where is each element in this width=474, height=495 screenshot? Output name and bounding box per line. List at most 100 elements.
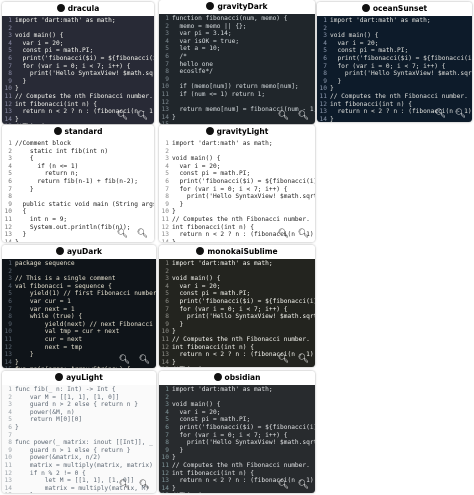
zoom-in-icon[interactable]: 🔍︎ [119, 480, 130, 490]
zoom-in-icon[interactable]: 🔍︎ [278, 354, 289, 364]
code-line: 14} [159, 485, 315, 493]
code-text: { [15, 155, 34, 163]
line-number: 4 [8, 39, 12, 47]
code-line: 4 var i = 20; [159, 409, 315, 417]
code-line: 8 print('Hello SyntaxView! $math.sqrt(i)… [2, 70, 154, 78]
code-text: void main() { [172, 275, 221, 283]
line-number: 14 [161, 484, 169, 492]
line-number: 1 [8, 386, 12, 393]
palette-icon [213, 373, 222, 381]
code-line: 14} [159, 239, 315, 242]
code-text: // Computes the nth Fibonacci number. [330, 92, 468, 100]
code-line: 3 var pi = 3.14; [159, 30, 315, 38]
line-number: 5 [323, 47, 327, 55]
line-number: 8 [8, 313, 12, 321]
line-number: 11 [319, 92, 327, 100]
code-text: print('fibonacci($i) = ${fibonacci(i)}')… [179, 297, 315, 305]
zoom-out-icon[interactable]: 🔍︎ [455, 109, 466, 119]
zoom-out-icon[interactable]: 🔍︎ [137, 111, 148, 121]
code-text: return n < 2 ? n : (fibonacci(n - 1) + f… [337, 108, 472, 116]
line-number: 13 [319, 108, 327, 116]
code-line: 15/*This is [159, 492, 315, 493]
code-editor[interactable]: 1 func fib(_ n: Int) -> Int {2 var M = [[… [2, 385, 156, 493]
line-number: 1 [165, 15, 169, 22]
line-number: 7 [8, 305, 12, 313]
code-text: } [15, 185, 34, 193]
zoom-out-icon[interactable]: 🔍︎ [139, 480, 150, 490]
code-editor[interactable]: 1 package sequence 2 3// This is a single c… [2, 259, 156, 368]
line-number: 12 [319, 100, 327, 108]
zoom-in-icon[interactable]: 🔍︎ [278, 229, 289, 239]
code-line: 1 import 'dart:math' as math; [2, 17, 154, 25]
code-editor[interactable]: 1//Comment block 2 static int fib(int n) 3… [2, 139, 154, 242]
line-number: 12 [161, 343, 169, 351]
code-line: 2 memo = memo || {}; [159, 23, 315, 31]
line-number: 7 [165, 185, 169, 193]
code-text: if (n <= 1) [15, 162, 79, 170]
code-line: 2 [159, 268, 315, 276]
code-editor[interactable]: 1 import 'dart:math' as math; 2 3 void main(… [159, 259, 315, 367]
code-line: 8 [2, 193, 154, 201]
code-text: } [15, 358, 19, 366]
code-editor[interactable]: 1 function fibonacci(num, memo) {2 memo =… [159, 14, 315, 124]
zoom-out-icon[interactable]: 🔍︎ [139, 355, 150, 365]
code-line: 1 import 'dart:math' as math; [159, 386, 315, 394]
palette-icon [206, 2, 215, 10]
line-number: 13 [161, 231, 169, 239]
line-number: 14 [2, 239, 12, 242]
code-text: /*This is [15, 123, 49, 124]
zoom-in-icon[interactable]: 🔍︎ [278, 111, 289, 121]
code-text: int n = 9; [15, 215, 68, 223]
code-editor[interactable]: 1 import 'dart:math' as math; 2 3 void main(… [317, 16, 472, 122]
code-line: 9 } [159, 447, 315, 455]
code-line: 5 return n; [2, 170, 154, 178]
code-text: print('fibonacci($i) = ${fibonacci(i)}')… [337, 54, 472, 62]
line-number: 12 [161, 98, 169, 106]
code-line: 5 yield(1) // first Fibonacci number [2, 290, 156, 298]
code-line: 13 return memo[num] = fibonacci(num - 1,… [159, 106, 315, 114]
code-line: 13 let M = [[1, 1], [1, 0]] [2, 477, 156, 485]
code-text: return fib(n-1) + fib(n-2); [15, 177, 138, 185]
zoom-in-icon[interactable]: 🔍︎ [117, 229, 128, 239]
code-editor[interactable]: 1 import 'dart:math' as math; 2 3 void main(… [2, 16, 154, 124]
line-number: 3 [8, 32, 12, 40]
code-line: 1 import 'dart:math' as math; [159, 140, 315, 148]
code-line: 15/*This is [159, 366, 315, 367]
code-editor[interactable]: 1 import 'dart:math' as math; 2 3 void main(… [159, 385, 315, 493]
code-text: print('Hello SyntaxView! $math.sqrt(i)) [186, 313, 315, 321]
zoom-out-icon[interactable]: 🔍︎ [298, 354, 309, 364]
line-number: 7 [8, 431, 12, 439]
code-editor[interactable]: 1 import 'dart:math' as math; 2 3 void main(… [159, 139, 315, 242]
code-line: 14} [159, 114, 315, 122]
line-number: 10 [161, 328, 169, 336]
code-text: if (memo[num]) return memo[num]; [172, 83, 299, 91]
zoom-out-icon[interactable]: 🔍︎ [298, 229, 309, 239]
line-number: 4 [8, 162, 12, 170]
line-number: 5 [165, 416, 169, 424]
code-text: //Comment block [15, 140, 71, 147]
code-text: /*This is [172, 366, 206, 367]
code-line: 2 [159, 394, 315, 402]
zoom-in-icon[interactable]: 🔍︎ [117, 111, 128, 121]
line-number: 5 [165, 45, 169, 53]
zoom-out-icon[interactable]: 🔍︎ [298, 111, 309, 121]
code-line: 9 } [2, 78, 154, 86]
zoom-in-icon[interactable]: 🔍︎ [435, 109, 446, 119]
line-number: 8 [8, 439, 12, 447]
code-line: 6 print('fibonacci($i) = ${fibonacci(i)}… [317, 55, 472, 63]
line-number: 13 [4, 477, 12, 485]
zoom-in-icon[interactable]: 🔍︎ [119, 355, 130, 365]
line-number: 6 [8, 177, 12, 185]
line-number: 12 [4, 469, 12, 477]
code-text: hello one [172, 60, 213, 68]
zoom-out-icon[interactable]: 🔍︎ [298, 480, 309, 490]
code-text: print('Hello SyntaxView! $math.sqrt(i)) [29, 70, 154, 78]
card-header: obsidian [159, 371, 315, 385]
code-text: } [15, 423, 19, 431]
line-number: 4 [165, 37, 169, 45]
zoom-in-icon[interactable]: 🔍︎ [278, 480, 289, 490]
code-text: return n; [15, 170, 79, 178]
zoom-out-icon[interactable]: 🔍︎ [137, 229, 148, 239]
theme-name: gravityLight [216, 127, 269, 136]
code-text: { [15, 208, 27, 216]
